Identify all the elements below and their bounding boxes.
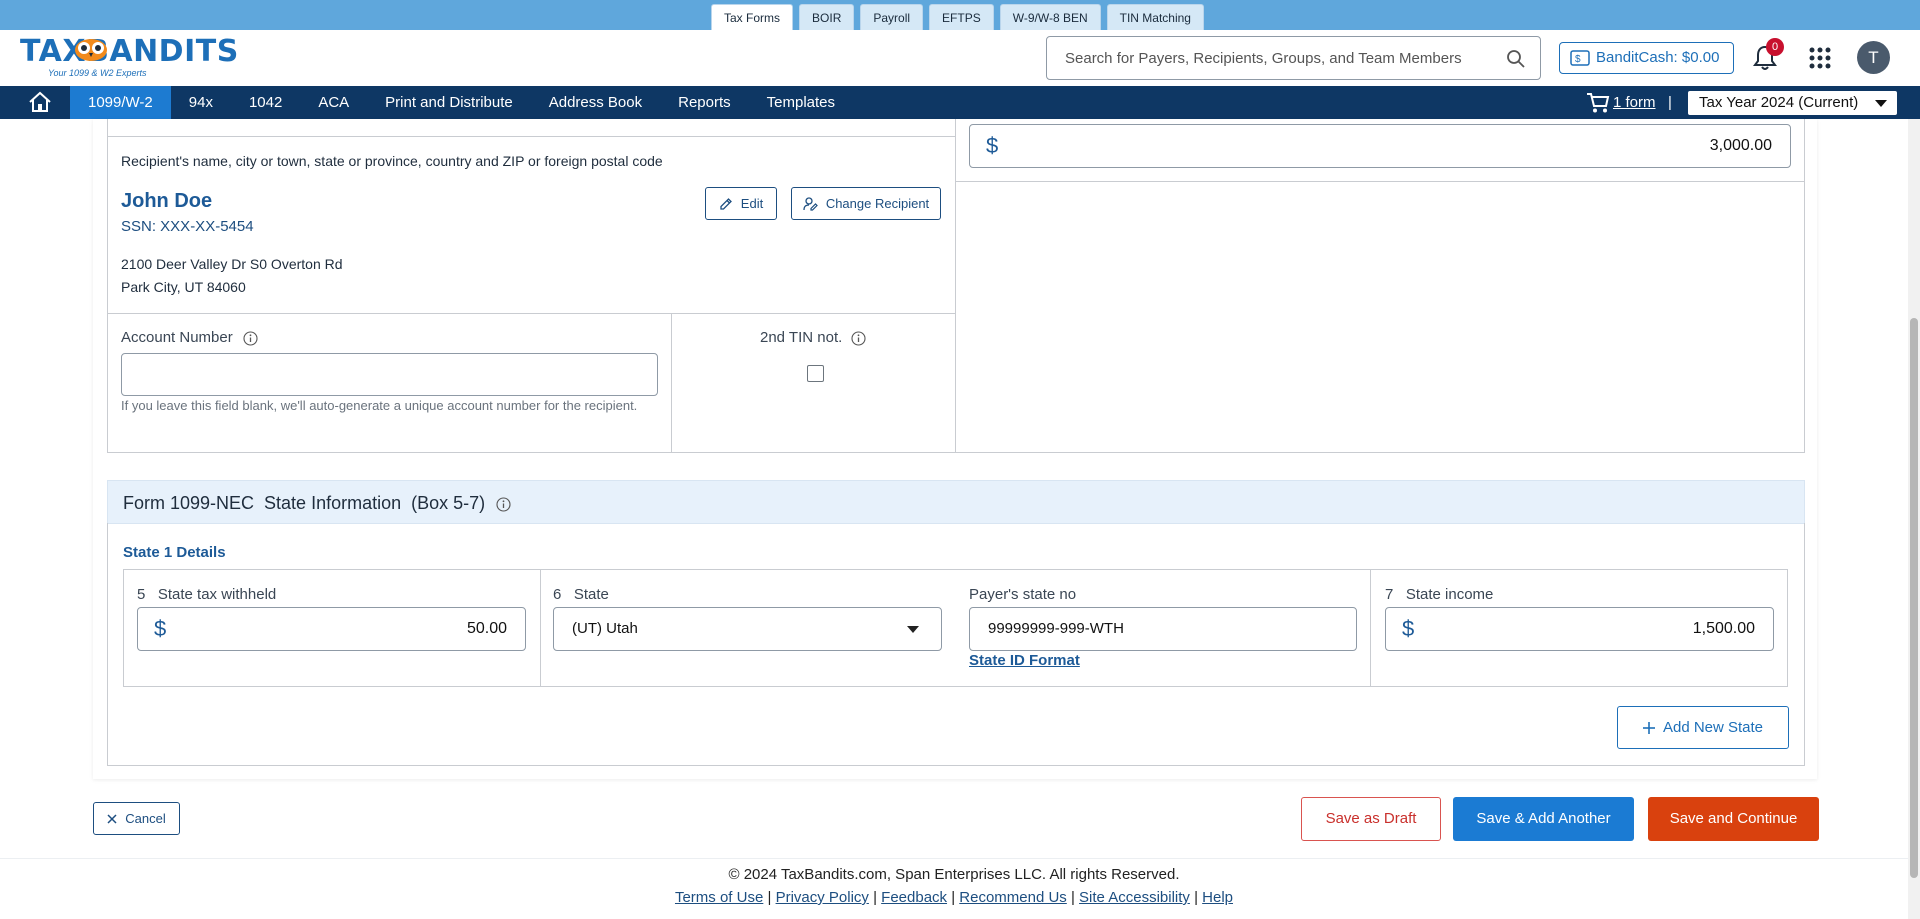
bandit-cash-label: BanditCash: $0.00 bbox=[1596, 49, 1720, 66]
nav-print-distribute[interactable]: Print and Distribute bbox=[367, 86, 531, 119]
tab-boir[interactable]: BOIR bbox=[799, 4, 855, 30]
nav-aca[interactable]: ACA bbox=[300, 86, 367, 119]
footer-link-privacy[interactable]: Privacy Policy bbox=[776, 889, 869, 906]
change-recipient-button[interactable]: Change Recipient bbox=[791, 187, 941, 220]
footer-divider bbox=[0, 858, 1908, 859]
scrollbar-thumb[interactable] bbox=[1910, 318, 1918, 878]
info-icon[interactable] bbox=[243, 330, 258, 346]
header: TAXBANDITS Your 1099 & W2 Experts $ Band… bbox=[0, 30, 1920, 86]
pencil-icon bbox=[720, 197, 732, 210]
recipient-section-label: Recipient's name, city or town, state or… bbox=[121, 153, 663, 169]
save-and-add-another-button[interactable]: Save & Add Another bbox=[1453, 797, 1634, 841]
nav-1099-w2[interactable]: 1099/W-2 bbox=[70, 86, 171, 119]
box-amount-field[interactable]: $ 3,000.00 bbox=[969, 124, 1791, 168]
footer-link-help[interactable]: Help bbox=[1202, 889, 1233, 906]
nav-separator: | bbox=[1668, 94, 1672, 111]
amount-box-lower bbox=[955, 181, 1805, 453]
tab-payroll[interactable]: Payroll bbox=[860, 4, 924, 30]
cancel-label: Cancel bbox=[125, 811, 166, 826]
nav-address-book[interactable]: Address Book bbox=[531, 86, 660, 119]
footer-link-feedback[interactable]: Feedback bbox=[881, 889, 947, 906]
search-input[interactable] bbox=[1065, 37, 1485, 79]
tax-year-value: Tax Year 2024 (Current) bbox=[1699, 94, 1859, 111]
global-search bbox=[1046, 36, 1541, 80]
copyright-text: © 2024 TaxBandits.com, Span Enterprises … bbox=[728, 866, 1180, 883]
recipient-ssn: SSN: XXX-XX-5454 bbox=[121, 218, 254, 235]
home-icon[interactable] bbox=[28, 91, 52, 113]
recipient-address-line1: 2100 Deer Valley Dr S0 Overton Rd bbox=[121, 256, 343, 272]
tab-eftps[interactable]: EFTPS bbox=[929, 4, 994, 30]
product-tab-bar: Tax Forms BOIR Payroll EFTPS W-9/W-8 BEN… bbox=[0, 0, 1920, 30]
edit-label: Edit bbox=[740, 196, 764, 211]
footer-link-accessibility[interactable]: Site Accessibility bbox=[1079, 889, 1190, 906]
tin-notice-label-text: 2nd TIN not. bbox=[760, 329, 843, 346]
tab-tin-matching[interactable]: TIN Matching bbox=[1106, 4, 1204, 30]
caret-down-icon bbox=[1875, 100, 1887, 107]
search-icon[interactable] bbox=[1506, 49, 1526, 69]
footer-link-terms[interactable]: Terms of Use bbox=[675, 889, 763, 906]
save-and-continue-button[interactable]: Save and Continue bbox=[1648, 797, 1819, 841]
footer-link-recommend[interactable]: Recommend Us bbox=[959, 889, 1067, 906]
account-number-label-text: Account Number bbox=[121, 329, 233, 346]
state-section-box bbox=[107, 523, 1805, 766]
tin-notice-checkbox[interactable] bbox=[807, 365, 824, 382]
cancel-button[interactable]: Cancel bbox=[93, 802, 180, 835]
tax-year-select[interactable]: Tax Year 2024 (Current) bbox=[1688, 91, 1897, 115]
taxbandits-logo[interactable]: TAXBANDITS Your 1099 & W2 Experts bbox=[20, 34, 238, 80]
account-number-input[interactable] bbox=[121, 353, 658, 396]
nav-1042[interactable]: 1042 bbox=[231, 86, 300, 119]
nav-templates[interactable]: Templates bbox=[749, 86, 853, 119]
nav-reports[interactable]: Reports bbox=[660, 86, 749, 119]
svg-text:$: $ bbox=[1575, 54, 1581, 65]
owl-mascot-icon bbox=[75, 39, 107, 61]
recipient-address-line2: Park City, UT 84060 bbox=[121, 279, 246, 295]
dollar-icon: $ bbox=[986, 133, 999, 158]
footer-links: Terms of Use | Privacy Policy | Feedback… bbox=[674, 889, 1234, 906]
state-info-header: Form 1099-NEC State Information (Box 5-7… bbox=[107, 480, 1805, 524]
apps-grid-icon[interactable] bbox=[1809, 47, 1831, 69]
main-nav: 1099/W-2 94x 1042 ACA Print and Distribu… bbox=[0, 86, 1920, 119]
cart-icon[interactable] bbox=[1586, 92, 1610, 114]
edit-recipient-button[interactable]: Edit bbox=[705, 187, 777, 220]
account-number-label: Account Number bbox=[121, 329, 258, 346]
tab-tax-forms[interactable]: Tax Forms bbox=[711, 4, 794, 30]
user-avatar[interactable]: T bbox=[1857, 41, 1890, 74]
close-icon bbox=[107, 813, 117, 824]
user-edit-icon bbox=[803, 196, 818, 211]
info-icon[interactable] bbox=[851, 330, 867, 346]
account-number-note: If you leave this field blank, we'll aut… bbox=[121, 398, 638, 413]
save-as-draft-button[interactable]: Save as Draft bbox=[1301, 797, 1441, 841]
tin-notice-label: 2nd TIN not. bbox=[760, 329, 867, 346]
logo-tagline: Your 1099 & W2 Experts bbox=[48, 68, 147, 78]
state-info-title: Form 1099-NEC State Information (Box 5-7… bbox=[123, 481, 511, 525]
info-icon[interactable] bbox=[496, 497, 511, 512]
recipient-name[interactable]: John Doe bbox=[121, 190, 212, 213]
recipient-box-top-strip bbox=[107, 119, 956, 137]
change-recipient-label: Change Recipient bbox=[825, 196, 930, 211]
box-amount-value: 3,000.00 bbox=[1709, 137, 1772, 154]
nav-94x[interactable]: 94x bbox=[171, 86, 231, 119]
nav-items: 1099/W-2 94x 1042 ACA Print and Distribu… bbox=[70, 86, 853, 119]
bandit-cash-icon: $ bbox=[1570, 50, 1590, 66]
logo-text: TAXBANDITS bbox=[20, 34, 239, 69]
bandit-cash-button[interactable]: $ BanditCash: $0.00 bbox=[1559, 42, 1734, 74]
cart-link[interactable]: 1 form bbox=[1613, 86, 1656, 119]
state-info-title-text: Form 1099-NEC State Information (Box 5-7… bbox=[123, 493, 486, 513]
tab-w9-w8ben[interactable]: W-9/W-8 BEN bbox=[999, 4, 1101, 30]
product-tabs: Tax Forms BOIR Payroll EFTPS W-9/W-8 BEN… bbox=[711, 4, 1204, 30]
notification-badge: 0 bbox=[1766, 38, 1784, 56]
